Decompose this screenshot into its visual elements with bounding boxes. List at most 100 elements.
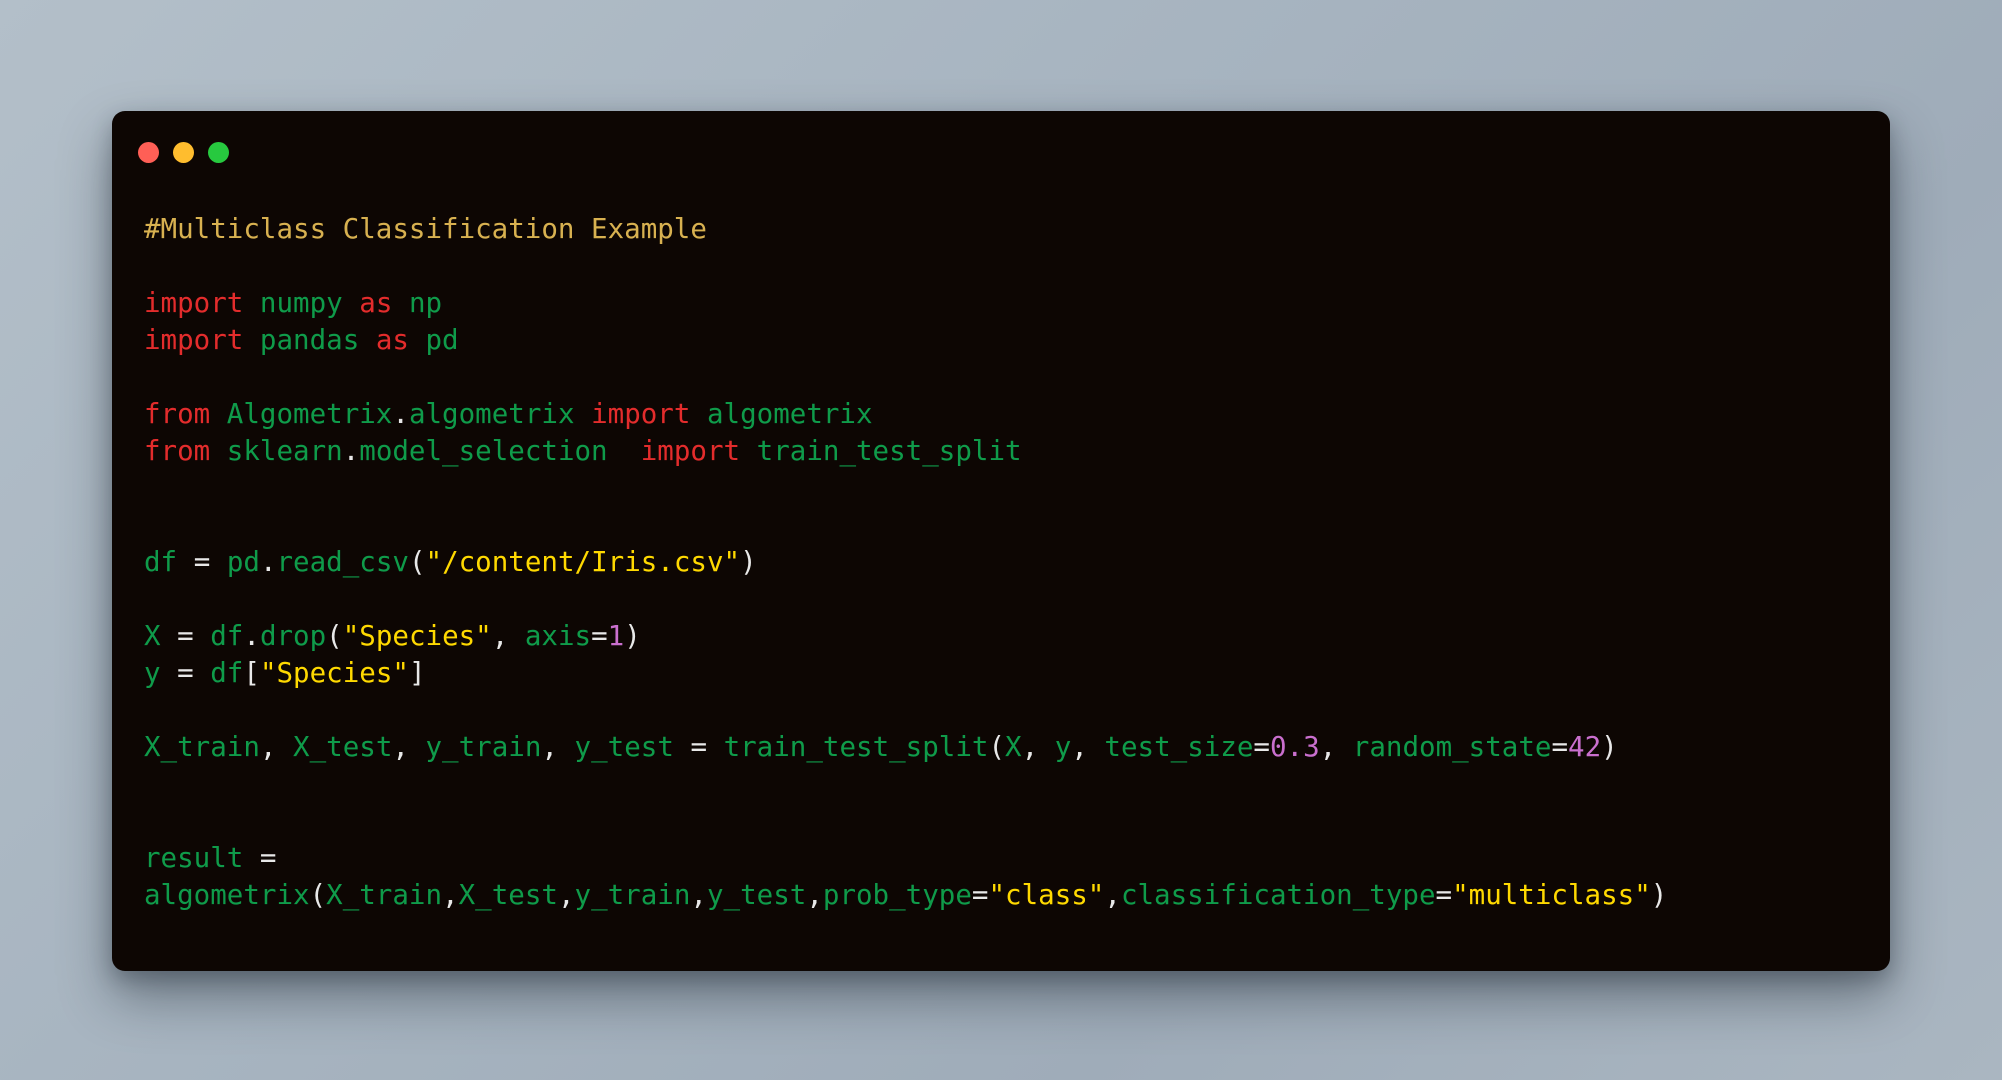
window-titlebar [112,111,1890,167]
code-token-name: drop [259,620,327,652]
code-token-punct: , [392,731,409,763]
code-token-punct: , [491,620,509,652]
code-token-punct: ) [624,620,641,652]
code-token-name: algometrix [144,879,310,911]
code-token-name: X_test [293,731,393,763]
code-token-punct [575,398,592,430]
code-token-punct: , [806,879,823,911]
code-token-punct: , [442,879,459,911]
code-line: algometrix(X_train,X_test,y_train,y_test… [144,877,1890,914]
code-token-punct [1336,731,1353,763]
code-token-string: "Species" [342,620,492,652]
code-token-punct [243,842,260,874]
code-token-punct [276,731,293,763]
code-token-punct: ( [408,546,426,578]
code-token-name: y [144,657,161,689]
code-token-name: y_train [425,731,542,763]
code-token-name: random_state [1352,731,1552,763]
code-token-name: algometrix [408,398,575,430]
code-token-punct [707,731,724,763]
code-token-keyword: import [640,435,741,467]
code-token-keyword: import [144,324,244,356]
code-token-keyword: from [144,398,211,430]
code-token-name: X_train [326,879,443,911]
code-token-punct: = [690,731,707,763]
close-window-button[interactable] [138,141,159,163]
code-token-name: y_test [574,731,674,763]
code-line: from Algometrix.algometrix import algome… [144,396,1890,433]
code-token-punct: ( [326,620,343,652]
code-token-number: 1 [607,620,625,652]
code-token-punct [194,657,211,689]
code-line: #Multiclass Classification Example [144,211,1890,248]
code-token-name: X [144,620,161,652]
code-token-name: algometrix [706,398,873,430]
code-token-punct [210,398,227,430]
code-token-punct: . [342,435,360,467]
code-token-punct: ( [988,731,1006,763]
code-token-keyword: as [359,287,393,319]
code-token-punct [194,620,211,652]
code-token-punct [161,620,178,652]
code-block[interactable]: #Multiclass Classification Example impor… [112,167,1890,914]
code-token-punct [608,435,641,467]
code-token-string: "multiclass" [1452,879,1651,911]
minimize-window-button[interactable] [173,141,194,163]
code-token-number: 0.3 [1269,731,1320,763]
code-token-name: X_train [144,731,260,763]
code-token-name: result [144,842,244,874]
code-line: X_train, X_test, y_train, y_test = train… [144,729,1890,766]
code-token-punct [392,287,409,319]
code-token-punct [674,731,691,763]
code-token-name: df [210,620,244,652]
code-token-keyword: as [375,324,409,356]
code-token-name: y_train [574,879,691,911]
code-token-name: read_csv [276,546,409,578]
code-token-punct: . [259,546,277,578]
code-token-name: test_size [1104,731,1254,763]
code-token-name: df [210,657,244,689]
code-token-name: train_test_split [756,435,1022,467]
code-token-name: classification_type [1120,879,1436,911]
code-token-punct [1088,731,1105,763]
code-token-punct: = [1253,731,1270,763]
code-token-punct: , [1319,731,1337,763]
code-token-number: 42 [1568,731,1602,763]
code-token-punct: , [1071,731,1088,763]
code-token-punct [409,324,426,356]
code-token-punct: = [177,620,194,652]
code-token-name: Algometrix [226,398,393,430]
code-token-name: pd [226,546,260,578]
code-token-name: X [1005,731,1022,763]
maximize-window-button[interactable] [208,141,229,163]
code-token-punct: . [243,620,260,652]
code-token-punct [690,398,707,430]
code-token-punct: = [971,879,989,911]
code-token-keyword: import [591,398,691,430]
code-token-name: y [1054,731,1072,763]
code-token-punct [508,620,525,652]
code-line: y = df["Species"] [144,655,1890,692]
code-token-name: model_selection [359,435,608,467]
code-line: from sklearn.model_selection import trai… [144,433,1890,470]
code-token-punct: ( [309,879,327,911]
code-token-punct [1038,731,1055,763]
code-token-punct [359,324,376,356]
code-token-punct: , [1104,879,1121,911]
code-token-punct: , [1021,731,1039,763]
code-token-punct [243,287,260,319]
code-token-punct [210,435,227,467]
code-token-punct: ) [1601,731,1618,763]
code-token-name: train_test_split [723,731,989,763]
code-token-punct: , [541,731,558,763]
code-token-punct [243,324,260,356]
code-token-name: pandas [259,324,360,356]
code-token-punct [177,546,194,578]
